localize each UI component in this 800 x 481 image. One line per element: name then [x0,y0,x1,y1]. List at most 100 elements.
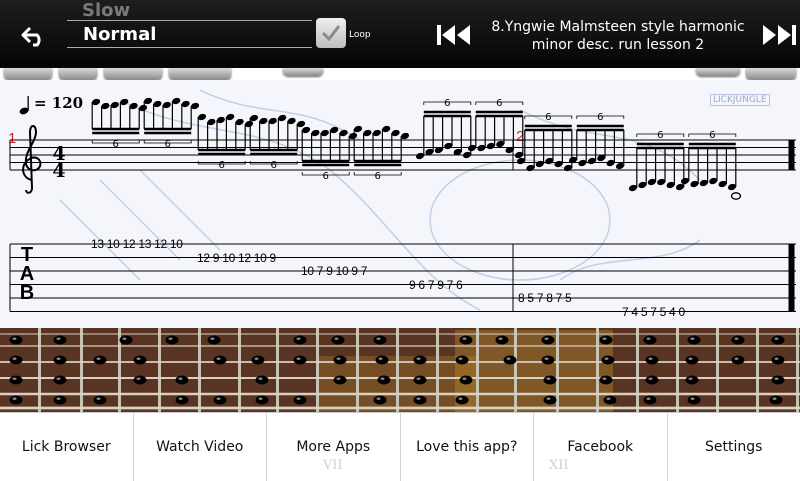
previous-lesson-button[interactable] [434,20,474,50]
menu-lick-browser[interactable]: Lick Browser [0,413,134,481]
scale-dot-shine [381,378,385,380]
scale-dot-shine [377,338,381,340]
scale-dot-shine [57,398,61,400]
tab-group: 13 10 12 13 12 10 [91,237,183,251]
toolbar-tab[interactable] [4,68,52,80]
scale-dot-shine [459,358,463,360]
scale-dot-shine [735,358,739,360]
fret-wire [356,328,359,412]
scale-dot-shine [691,398,695,400]
scale-dot [688,396,701,405]
scale-dot [604,396,617,405]
bottom-menu: Lick Browser Watch Video More Apps Love … [0,412,800,481]
scale-dot [772,336,785,345]
scale-dot-shine [775,358,779,360]
scale-dot [294,356,307,365]
scale-dot [94,356,107,365]
scale-dot [544,396,557,405]
scale-dot [770,396,783,405]
scale-dot [378,376,391,385]
scale-dot-shine [775,338,779,340]
scale-dot-shine [647,398,651,400]
scale-dot-shine [255,358,259,360]
toolbar-tab[interactable] [169,68,231,80]
scale-dot [732,336,745,345]
scale-dot [256,376,269,385]
toolbar-tab[interactable] [283,68,323,76]
speed-option-slow[interactable]: Slow [82,0,130,21]
scale-dot-shine [337,378,341,380]
scale-dot [542,336,555,345]
scale-dot-shine [689,358,693,360]
fret-wire [198,328,201,412]
scale-dot-shine [547,378,551,380]
tuplet-label: 6 [219,160,225,171]
fret-wire [596,328,599,412]
treble-clef-icon [23,126,40,193]
scale-dot-shine [649,378,653,380]
scale-dot [600,376,613,385]
next-lesson-button[interactable] [760,20,800,50]
fret-wire [38,328,41,412]
scale-dot [10,356,23,365]
scale-dot-shine [545,358,549,360]
scale-dot [688,336,701,345]
toolbar-tab[interactable] [59,68,97,80]
scale-dot [120,336,133,345]
fret-wire [476,328,479,412]
lesson-title: 8.Yngwie Malmsteen style harmonic minor … [474,18,762,54]
back-button[interactable] [14,20,54,52]
scale-dot-shine [13,398,17,400]
scale-dot [54,356,67,365]
fret-wire [80,328,83,412]
fretboard[interactable] [0,328,800,412]
scale-dot-shine [647,338,651,340]
fret-wire [796,328,799,412]
tuplet-label: 6 [709,130,715,141]
scale-dot-shine [137,358,141,360]
scale-dot [686,376,699,385]
scale-dot [544,376,557,385]
scale-dot [214,396,227,405]
scale-dot-shine [735,338,739,340]
toolbar-tab[interactable] [104,68,162,80]
scale-dot-shine [179,398,183,400]
loop-checkbox[interactable] [316,18,346,48]
scale-dot-shine [379,358,383,360]
final-barline [789,244,794,312]
fret-wire [514,328,517,412]
scale-dot-shine [179,378,183,380]
speed-picker-divider [67,20,312,21]
tab-group: 10 7 9 10 9 7 [301,264,367,278]
scale-dot-shine [259,378,263,380]
menu-settings[interactable]: Settings [668,413,800,481]
scale-dot-shine [97,398,101,400]
scale-dot [542,356,555,365]
speed-option-selected[interactable]: Normal [83,24,156,45]
fret-wire [276,328,279,412]
scale-dot [456,356,469,365]
toolbar-tab[interactable] [696,68,740,76]
toolbar-tab[interactable] [746,68,796,80]
scale-dot-shine [607,398,611,400]
scale-dot-shine [13,378,17,380]
scale-dot [334,376,347,385]
fret-wire [556,328,559,412]
scale-dot-shine [377,398,381,400]
menu-watch-video[interactable]: Watch Video [134,413,268,481]
scale-dot-shine [297,338,301,340]
menu-love-this-app[interactable]: Love this app? [401,413,535,481]
skip-next-icon [760,20,800,50]
scale-dot [294,396,307,405]
fret-wire [676,328,679,412]
scale-dot-shine [297,398,301,400]
scale-dot [176,396,189,405]
tab-group: 7 4 5 7 5 4 0 [622,305,685,319]
scale-dot [602,356,615,365]
scale-dot [376,356,389,365]
score-view[interactable]: LICKJUNGLE = 120 1 2 666666666666 13 10 … [0,80,800,328]
tuplet-label: 6 [165,139,171,150]
fret-wire [238,328,241,412]
scale-dot [456,396,469,405]
scale-dot [166,336,179,345]
